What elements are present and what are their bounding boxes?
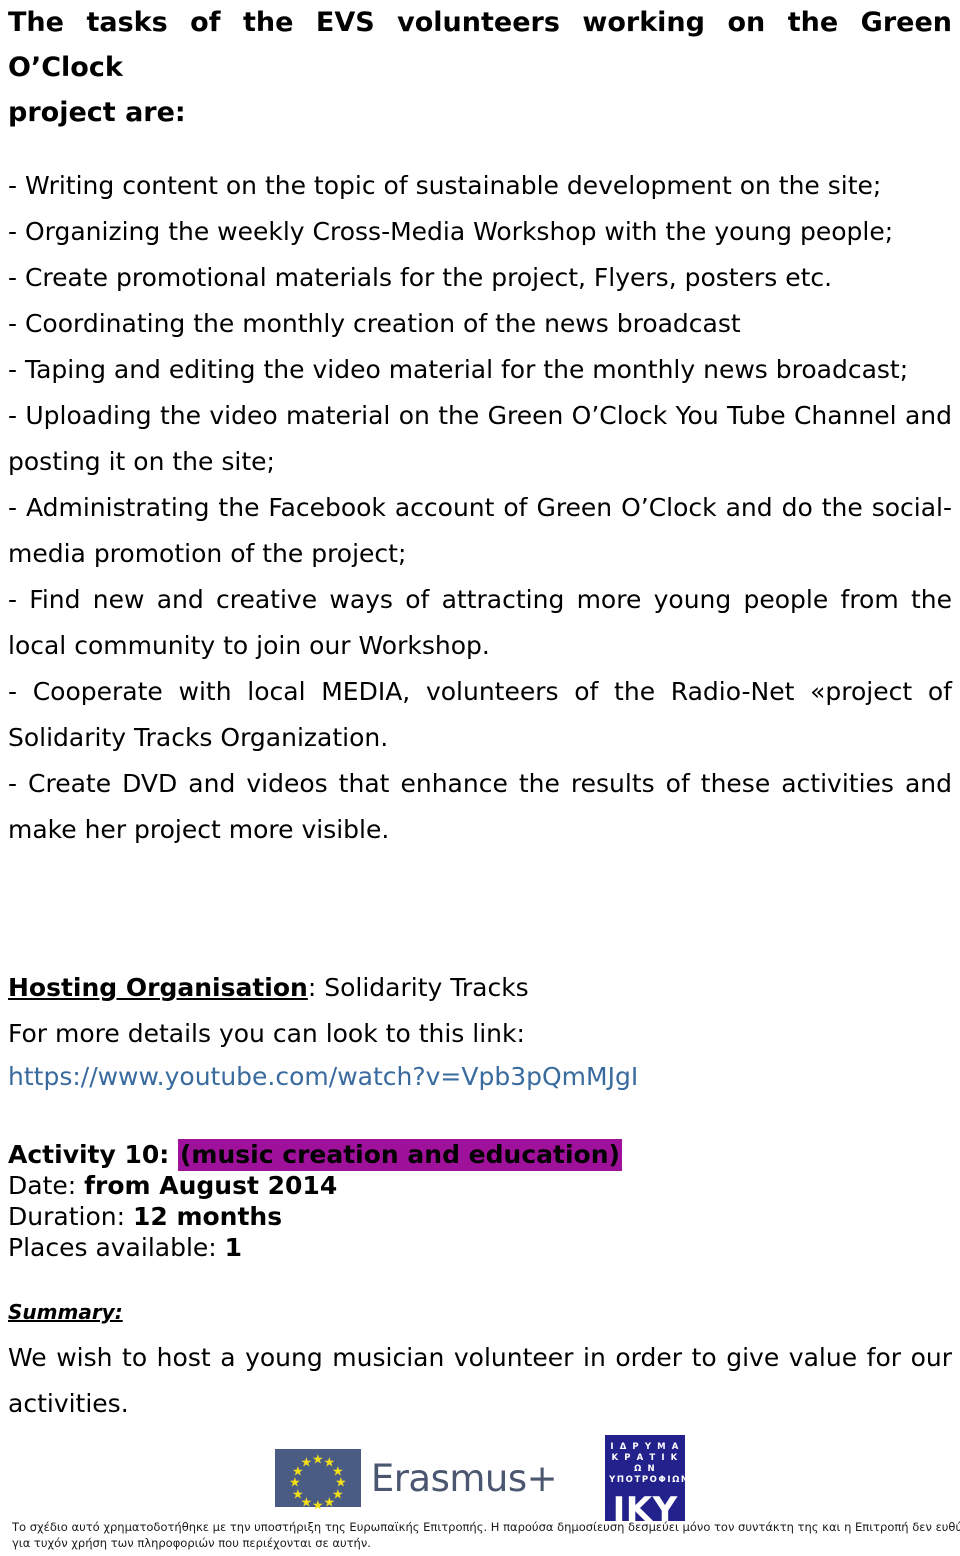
activity-date-value: from August 2014 <box>84 1171 338 1200</box>
activity-date-label: Date: <box>8 1171 85 1200</box>
hosting-organisation-separator: : <box>307 973 325 1002</box>
list-item: - Administrating the Facebook account of… <box>8 493 952 568</box>
eu-flag-icon: ★ ★ ★ ★ ★ ★ ★ ★ ★ ★ ★ ★ <box>274 1449 361 1513</box>
list-item: - Writing content on the topic of sustai… <box>8 171 882 200</box>
activity-places-label: Places available: <box>8 1233 225 1262</box>
page-title-line-1: The tasks of the EVS volunteers working … <box>8 7 952 83</box>
footer-disclaimer: Το σχέδιο αυτό χρηματοδοτήθηκε με την υπ… <box>12 1519 960 1551</box>
hosting-organisation-label: Hosting Organisation <box>8 973 308 1002</box>
document-page: The tasks of the EVS volunteers working … <box>0 0 960 1556</box>
summary-heading: Summary: <box>8 1300 123 1324</box>
list-item: - Organizing the weekly Cross-Media Work… <box>8 217 894 246</box>
youtube-link[interactable]: https://www.youtube.com/watch?v=Vpb3pQmM… <box>8 1062 638 1091</box>
task-list: - Writing content on the topic of sustai… <box>8 163 952 853</box>
activity-places-row: Places available: 1 <box>8 1232 952 1263</box>
more-details-text: For more details you can look to this li… <box>8 1019 525 1048</box>
list-item: - Create promotional materials for the p… <box>8 263 833 292</box>
list-item: - Coordinating the monthly creation of t… <box>8 309 741 338</box>
erasmus-plus-wordmark: Erasmus+ <box>370 1456 558 1500</box>
erasmus-plus-logo: ★ ★ ★ ★ ★ ★ ★ ★ ★ ★ ★ ★ Erasmus+ <box>274 1449 558 1513</box>
activity-duration-label: Duration: <box>8 1202 133 1231</box>
activity-title-highlight: (music creation and education) <box>178 1139 622 1171</box>
activity-duration-value: 12 months <box>132 1202 283 1231</box>
activity-duration-row: Duration: 12 months <box>8 1201 952 1232</box>
hosting-organisation-line: Hosting Organisation: Solidarity Tracks <box>8 965 952 1011</box>
list-item: - Uploading the video material on the Gr… <box>8 401 952 476</box>
list-item: - Create DVD and videos that enhance the… <box>8 769 952 844</box>
activity-date-row: Date: from August 2014 <box>8 1170 952 1201</box>
list-item: - Cooperate with local MEDIA, volunteers… <box>8 677 952 752</box>
activity-places-value: 1 <box>224 1233 243 1262</box>
footer-logos: ★ ★ ★ ★ ★ ★ ★ ★ ★ ★ ★ ★ Erasmus+ Ι Δ Ρ Υ… <box>0 1432 960 1530</box>
iky-line-3: ΥΠΟΤΡΟΦΙΩΝ <box>609 1475 690 1485</box>
footer-disclaimer-line-1: Το σχέδιο αυτό χρηματοδοτήθηκε με την υπ… <box>12 1520 960 1534</box>
list-item: - Find new and creative ways of attracti… <box>8 585 952 660</box>
footer-disclaimer-line-2: για τυχόν χρήση των πληροφοριών που περι… <box>12 1536 371 1550</box>
page-title: The tasks of the EVS volunteers working … <box>8 0 952 135</box>
iky-line-1: Ι Δ Ρ Υ Μ Α <box>610 1442 680 1452</box>
activity-title-label: Activity 10: <box>8 1140 178 1169</box>
hosting-organisation-value: Solidarity Tracks <box>324 973 529 1002</box>
document-body: The tasks of the EVS volunteers working … <box>8 0 952 1427</box>
list-item: - Taping and editing the video material … <box>8 355 909 384</box>
activity-title-row: Activity 10: (music creation and educati… <box>8 1139 952 1171</box>
page-title-line-2: project are: <box>8 97 186 128</box>
summary-body: We wish to host a young musician volunte… <box>8 1343 952 1418</box>
activity-block: Activity 10: (music creation and educati… <box>8 1139 952 1263</box>
iky-line-2: Κ Ρ Α Τ Ι Κ Ω Ν <box>611 1453 679 1474</box>
iky-logo: Ι Δ Ρ Υ Μ Α Κ Ρ Α Τ Ι Κ Ω Ν ΥΠΟΤΡΟΦΙΩΝ I… <box>605 1435 690 1530</box>
